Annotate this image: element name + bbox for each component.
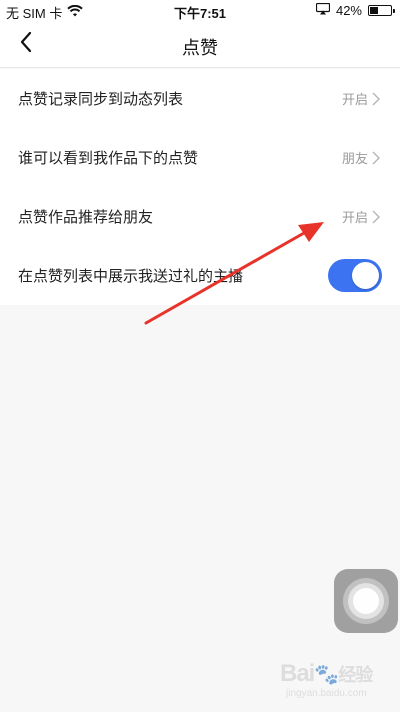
setting-label: 在点赞列表中展示我送过礼的主播 bbox=[18, 268, 244, 285]
setting-label: 谁可以看到我作品下的点赞 bbox=[18, 150, 199, 167]
chevron-right-icon bbox=[372, 210, 382, 224]
assistive-touch-ring-inner bbox=[348, 583, 384, 619]
chevron-right-icon bbox=[372, 151, 382, 165]
status-bar: 无 SIM 卡 下午7:51 42% bbox=[0, 0, 400, 22]
nav-bar: 点赞 bbox=[0, 22, 400, 68]
settings-list: 点赞记录同步到动态列表 开启 谁可以看到我作品下的点赞 朋友 点赞作品推荐给朋友… bbox=[0, 69, 400, 305]
battery-fill bbox=[370, 7, 378, 14]
status-right: 42% bbox=[315, 2, 395, 18]
setting-label: 点赞作品推荐给朋友 bbox=[18, 209, 154, 226]
chevron-right-icon bbox=[372, 92, 382, 106]
airplay-icon bbox=[315, 2, 331, 18]
setting-label: 点赞记录同步到动态列表 bbox=[18, 91, 184, 108]
assistive-touch-core bbox=[353, 588, 379, 614]
battery-icon bbox=[368, 5, 395, 16]
setting-row-recommend-to-friends[interactable]: 点赞作品推荐给朋友 开启 bbox=[0, 187, 400, 246]
setting-value: 开启 bbox=[341, 92, 368, 107]
page-title: 点赞 bbox=[182, 38, 218, 58]
assistive-touch-ring bbox=[343, 578, 389, 624]
toggle-knob bbox=[352, 262, 379, 289]
watermark-logo: Bai🐾经验 bbox=[280, 660, 373, 687]
show-gifted-streamers-toggle[interactable] bbox=[328, 259, 382, 292]
battery-percent: 42% bbox=[335, 3, 362, 18]
setting-row-who-can-see-likes[interactable]: 谁可以看到我作品下的点赞 朋友 bbox=[0, 128, 400, 187]
screen: 无 SIM 卡 下午7:51 42% 点赞 点赞记录同步到动态列表 开启 谁可以… bbox=[0, 0, 400, 712]
setting-value: 朋友 bbox=[341, 151, 368, 166]
setting-row-sync-likes[interactable]: 点赞记录同步到动态列表 开启 bbox=[0, 69, 400, 128]
watermark-url: jingyan.baidu.com bbox=[286, 688, 367, 699]
battery-tip bbox=[393, 9, 395, 13]
setting-value: 开启 bbox=[341, 210, 368, 225]
watermark: Bai🐾经验 jingyan.baidu.com bbox=[280, 660, 395, 706]
setting-row-show-gifted-streamers: 在点赞列表中展示我送过礼的主播 bbox=[0, 246, 400, 305]
assistive-touch-button[interactable] bbox=[334, 569, 398, 633]
